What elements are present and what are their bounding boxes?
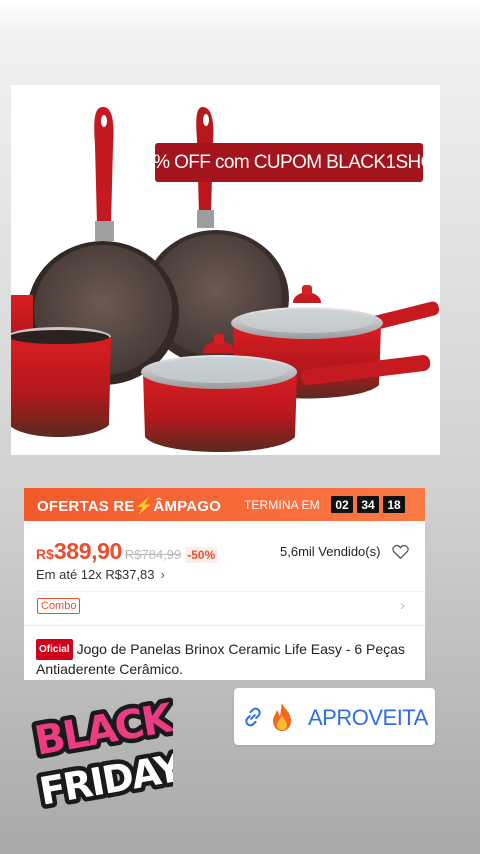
chevron-right-icon: › bbox=[160, 567, 165, 582]
price-currency: R$ bbox=[36, 546, 54, 562]
installments-value: 12x R$37,83 bbox=[80, 567, 155, 582]
divider bbox=[36, 591, 425, 592]
discount-badge: -50% bbox=[185, 547, 218, 563]
installments[interactable]: Em até 12x R$37,83 › bbox=[36, 567, 165, 582]
old-price: R$784,99 bbox=[124, 547, 182, 562]
countdown-timer: 02 34 18 bbox=[331, 496, 405, 514]
timer-hours: 02 bbox=[331, 496, 353, 513]
sold-count: 5,6mil Vendido(s) bbox=[280, 544, 381, 559]
timer-seconds: 18 bbox=[383, 496, 405, 513]
product-card[interactable]: OFERTAS RE⚡ÂMPAGO TERMINA EM 02 34 18 R$… bbox=[24, 488, 425, 680]
aproveita-label: APROVEITA bbox=[308, 705, 428, 730]
flash-sale-title: OFERTAS RE⚡ÂMPAGO bbox=[37, 498, 222, 515]
aproveita-button[interactable]: APROVEITA bbox=[234, 688, 435, 745]
price-row: R$ 389,90 R$784,99 -50% bbox=[36, 538, 218, 565]
product-title-block: Oficial Jogo de Panelas Brinox Ceramic Li… bbox=[36, 639, 416, 679]
product-image[interactable]: 5% OFF com CUPOM BLACK1SHO bbox=[11, 85, 440, 455]
official-badge: Oficial bbox=[36, 639, 73, 660]
current-price: 389,90 bbox=[53, 538, 122, 564]
story-top-bar bbox=[0, 0, 480, 34]
black-friday-sticker: BLACK FRIDAY bbox=[28, 690, 173, 818]
flash-sale-bar: OFERTAS RE⚡ÂMPAGO TERMINA EM 02 34 18 bbox=[24, 488, 425, 521]
fire-icon bbox=[273, 703, 291, 731]
link-icon bbox=[245, 707, 261, 727]
chevron-right-icon[interactable]: › bbox=[400, 597, 405, 614]
combo-tag[interactable]: Combo bbox=[37, 598, 81, 614]
divider bbox=[24, 625, 425, 626]
coupon-badge[interactable]: 5% OFF com CUPOM BLACK1SHO bbox=[143, 143, 435, 182]
flash-sale-ends-label: TERMINA EM bbox=[244, 498, 320, 512]
product-title: Jogo de Panelas Brinox Ceramic Life Easy… bbox=[36, 641, 405, 677]
cookware-illustration bbox=[11, 107, 440, 452]
heart-icon[interactable] bbox=[392, 544, 409, 560]
installments-prefix: Em até bbox=[36, 567, 81, 582]
timer-minutes: 34 bbox=[357, 496, 379, 513]
